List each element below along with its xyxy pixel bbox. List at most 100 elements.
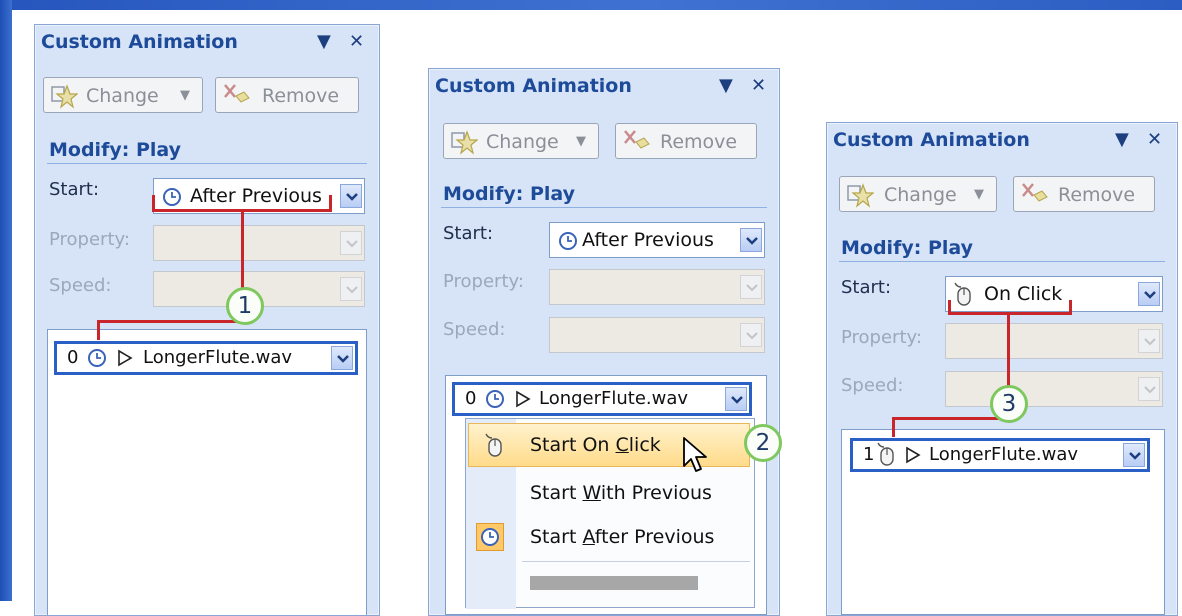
chevron-down-icon (346, 240, 358, 248)
change-button[interactable]: Change ▼ (839, 176, 997, 212)
item-order-number: 0 (465, 388, 477, 409)
callout-3-connector-drop (892, 417, 895, 437)
list-item-selected[interactable]: 0 LongerFlute.wav (54, 341, 358, 375)
change-button[interactable]: Change ▼ (43, 77, 203, 113)
menu-item-label: Start After Previous (530, 526, 715, 548)
panel-close-icon[interactable]: ✕ (349, 31, 364, 52)
chevron-down-icon (746, 332, 758, 340)
chevron-down-icon (1144, 291, 1156, 299)
mouse-icon (877, 442, 894, 466)
item-name: LongerFlute.wav (143, 347, 293, 368)
start-select-arrow[interactable] (1138, 282, 1160, 306)
remove-button[interactable]: Remove (1013, 176, 1155, 212)
callout-badge-3: 3 (990, 385, 1028, 423)
start-label: Start: (443, 223, 494, 244)
start-select-value: After Previous (190, 185, 322, 207)
start-select-arrow[interactable] (340, 184, 362, 208)
remove-button[interactable]: Remove (615, 123, 757, 159)
menu-item-start-after-previous[interactable]: Start After Previous (468, 515, 750, 559)
remove-button[interactable]: Remove (215, 77, 359, 113)
change-dropdown-icon: ▼ (974, 187, 984, 202)
callout-badge-2: 2 (744, 424, 782, 462)
panel-close-icon[interactable]: ✕ (751, 75, 766, 96)
window-top-edge (0, 0, 1182, 10)
speed-select-arrow (1138, 377, 1160, 401)
start-select[interactable]: After Previous (549, 222, 765, 258)
menu-item-label: Start On Click (530, 434, 661, 456)
clock-icon (481, 528, 499, 546)
chevron-down-icon (746, 284, 758, 292)
modify-section-title: Modify: Play (49, 139, 181, 161)
list-item-selected[interactable]: 1 LongerFlute.wav (850, 438, 1150, 472)
property-select[interactable] (153, 225, 365, 261)
section-divider (441, 207, 767, 208)
panel-menu-dropdown-icon[interactable]: ▼ (1115, 129, 1129, 150)
start-select[interactable]: On Click (945, 276, 1163, 312)
item-dropdown-arrow[interactable] (725, 387, 747, 411)
menu-item-start-with-previous[interactable]: Start With Previous (468, 471, 750, 515)
item-dropdown-arrow[interactable] (331, 346, 353, 370)
callout-1-connector-horizontal (97, 320, 244, 323)
change-button-label: Change (86, 85, 159, 107)
speed-select-arrow (740, 323, 762, 347)
panel-close-icon[interactable]: ✕ (1147, 129, 1162, 150)
item-order-number: 1 (863, 444, 875, 465)
animation-list[interactable]: 1 LongerFlute.wav (841, 429, 1165, 615)
remove-icon (1022, 183, 1048, 202)
change-button-label: Change (486, 131, 559, 153)
property-label: Property: (49, 229, 130, 250)
start-select-arrow[interactable] (740, 228, 762, 252)
remove-icon (624, 130, 650, 149)
callout-badge-1: 1 (226, 287, 264, 325)
change-button[interactable]: Change ▼ (443, 123, 599, 159)
menu-item-placeholder (530, 576, 698, 590)
clock-icon (88, 349, 106, 367)
property-select-arrow (1138, 329, 1160, 353)
panel-title: Custom Animation (833, 129, 1030, 151)
panel-title: Custom Animation (435, 75, 632, 97)
callout-1-bracket-right (329, 195, 332, 212)
section-divider (47, 163, 367, 164)
change-dropdown-icon: ▼ (576, 134, 586, 149)
item-name: LongerFlute.wav (539, 388, 689, 409)
speed-select[interactable] (549, 317, 765, 353)
property-select[interactable] (945, 323, 1163, 359)
remove-button-label: Remove (660, 131, 738, 153)
menu-item-label: Start With Previous (530, 482, 712, 504)
property-label: Property: (443, 271, 524, 292)
speed-label: Speed: (49, 275, 112, 296)
item-order-number: 0 (67, 347, 79, 368)
play-triangle-icon (516, 390, 531, 408)
panel-menu-dropdown-icon[interactable]: ▼ (317, 31, 331, 52)
start-label: Start: (49, 179, 100, 200)
property-select[interactable] (549, 269, 765, 305)
remove-icon (224, 84, 250, 103)
mouse-icon (954, 282, 971, 306)
custom-animation-panel-3: Custom Animation ▼ ✕ Change ▼ Remove Mod… (826, 122, 1178, 616)
callout-3-bracket-bottom (948, 312, 1072, 315)
chevron-down-icon (346, 193, 358, 201)
item-name: LongerFlute.wav (929, 444, 1079, 465)
play-triangle-icon (118, 349, 133, 367)
property-label: Property: (841, 327, 922, 348)
remove-button-label: Remove (262, 85, 340, 107)
animation-list[interactable]: 0 LongerFlute.wav (47, 329, 367, 615)
callout-3-bracket-right (1069, 300, 1072, 315)
callout-1-connector-drop (97, 320, 100, 340)
speed-select[interactable] (945, 371, 1163, 407)
start-select-value: On Click (984, 283, 1063, 305)
change-button-label: Change (884, 184, 957, 206)
list-item-selected[interactable]: 0 LongerFlute.wav (452, 382, 752, 416)
chevron-down-icon (1144, 386, 1156, 394)
modify-section-title: Modify: Play (443, 183, 575, 205)
item-dropdown-arrow[interactable] (1123, 443, 1145, 467)
change-star-icon (51, 84, 78, 109)
panel-menu-dropdown-icon[interactable]: ▼ (719, 75, 733, 96)
speed-label: Speed: (443, 319, 506, 340)
speed-label: Speed: (841, 375, 904, 396)
mouse-pointer-icon (683, 437, 707, 472)
panel-title: Custom Animation (41, 31, 238, 53)
chevron-down-icon (746, 237, 758, 245)
modify-section-title: Modify: Play (841, 237, 973, 259)
speed-select-arrow (340, 277, 362, 301)
